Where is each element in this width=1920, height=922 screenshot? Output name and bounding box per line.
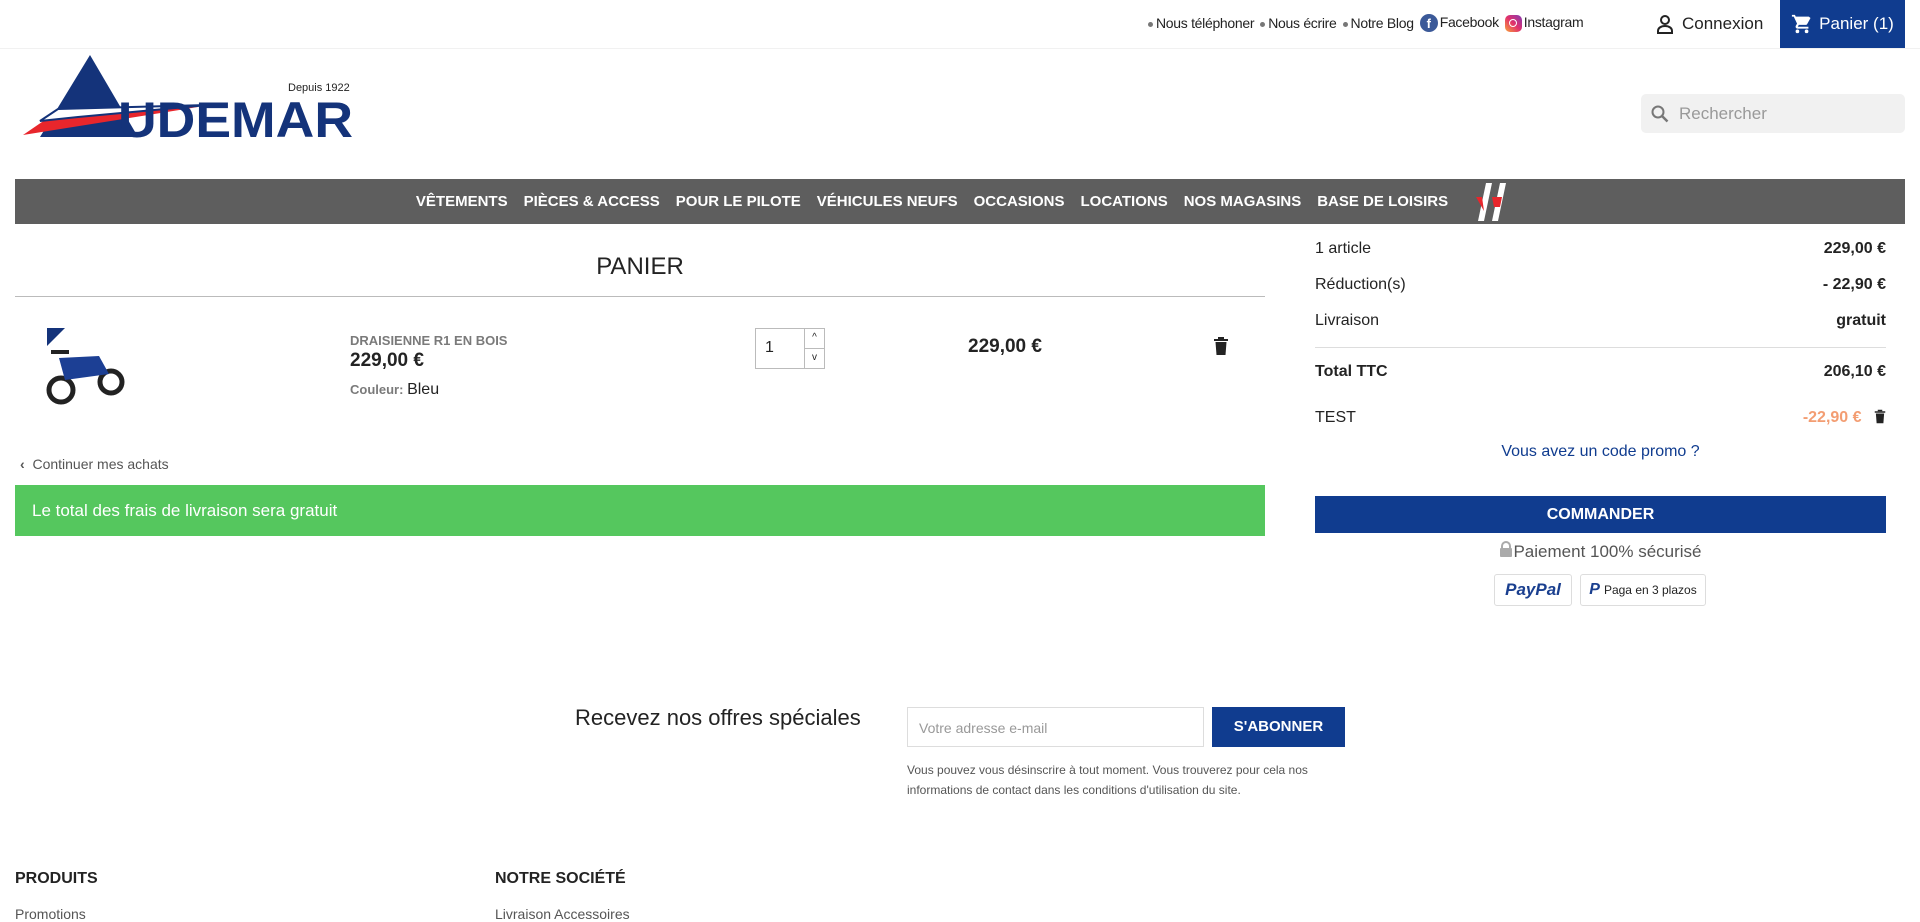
footer-link-delivery[interactable]: Livraison Accessoires — [495, 906, 630, 922]
trash-icon — [1214, 337, 1228, 355]
newsletter-disclaimer: Vous pouvez vous désinscrire à tout mome… — [907, 763, 1308, 797]
checkout-button[interactable]: COMMANDER — [1315, 496, 1886, 533]
chevron-left-icon: ‹ — [20, 456, 25, 472]
footer-company-title: NOTRE SOCIÉTÉ — [495, 870, 626, 887]
line-total: 229,00 € — [968, 336, 1042, 357]
cart-button[interactable]: Panier (1) — [1780, 0, 1905, 48]
instagram-icon — [1504, 15, 1522, 33]
facebook-icon: f — [1419, 14, 1438, 33]
nav-occasions[interactable]: OCCASIONS — [974, 193, 1065, 210]
continue-shopping-link[interactable]: ‹ Continuer mes achats — [20, 456, 169, 472]
email-link[interactable]: Nous écrire — [1260, 15, 1337, 31]
footer-products-title: PRODUITS — [15, 870, 98, 887]
page-title: PANIER — [596, 253, 684, 280]
summary-row-shipping: Livraison gratuit — [1315, 312, 1886, 329]
login-link[interactable]: Connexion — [1656, 14, 1763, 34]
promo-code-link[interactable]: Vous avez un code promo ? — [1315, 443, 1886, 461]
vip-logo[interactable] — [1472, 182, 1512, 221]
product-color: Couleur: Bleu — [350, 381, 440, 398]
main-nav: VÊTEMENTS PIÈCES & ACCESS POUR LE PILOTE… — [15, 179, 1905, 224]
svg-text:Depuis 1922: Depuis 1922 — [288, 82, 350, 94]
instagram-link[interactable]: Instagram — [1504, 14, 1584, 33]
svg-text:UDEMAR: UDEMAR — [118, 92, 353, 139]
phone-link[interactable]: Nous téléphoner — [1148, 15, 1255, 31]
nav-vetements[interactable]: VÊTEMENTS — [416, 193, 508, 210]
product-price: 229,00 € — [350, 350, 424, 371]
secure-payment: Paiement 100% sécurisé — [1315, 541, 1886, 562]
subscribe-button[interactable]: S'ABONNER — [1212, 707, 1345, 747]
voucher-row: TEST -22,90 € — [1315, 409, 1886, 427]
newsletter-email-input[interactable]: Votre adresse e-mail — [907, 707, 1204, 747]
product-image[interactable] — [43, 328, 135, 411]
paypal-later-badge: P Paga en 3 plazos — [1580, 574, 1706, 606]
product-name[interactable]: DRAISIENNE R1 EN BOIS — [350, 333, 507, 348]
footer-link-promotions[interactable]: Promotions — [15, 906, 86, 922]
summary-row-discount: Réduction(s) - 22,90 € — [1315, 276, 1886, 293]
increment-button[interactable]: ^ — [805, 329, 824, 349]
facebook-link[interactable]: f Facebook — [1419, 14, 1499, 33]
lock-icon — [1500, 541, 1513, 557]
shipping-notice: Le total des frais de livraison sera gra… — [15, 485, 1265, 536]
decrement-button[interactable]: v — [805, 349, 824, 368]
logo[interactable]: UDEMAR Depuis 1922 — [18, 55, 358, 148]
summary-total: Total TTC 206,10 € — [1315, 363, 1886, 380]
paypal-icon: P — [1589, 581, 1600, 598]
remove-voucher-icon[interactable] — [1874, 409, 1886, 424]
search-icon — [1651, 105, 1669, 122]
nav-loisirs[interactable]: BASE DE LOISIRS — [1317, 193, 1448, 210]
quantity-input[interactable]: 1 — [756, 329, 804, 368]
divider — [15, 296, 1265, 297]
nav-pieces[interactable]: PIÈCES & ACCESS — [524, 193, 660, 210]
nav-vehicules[interactable]: VÉHICULES NEUFS — [817, 193, 958, 210]
newsletter-title: Recevez nos offres spéciales — [575, 705, 861, 730]
user-icon — [1657, 15, 1673, 34]
top-links: Nous téléphoner Nous écrire Notre Blog f… — [1148, 14, 1584, 33]
paypal-badge: PayPal — [1494, 574, 1572, 606]
blog-link[interactable]: Notre Blog — [1342, 15, 1414, 31]
divider — [1315, 347, 1886, 348]
summary-row-articles: 1 article 229,00 € — [1315, 240, 1886, 257]
remove-item-button[interactable] — [1213, 336, 1229, 361]
nav-locations[interactable]: LOCATIONS — [1080, 193, 1167, 210]
top-bar — [0, 0, 1920, 49]
nav-magasins[interactable]: NOS MAGASINS — [1184, 193, 1302, 210]
quantity-stepper[interactable]: 1 ^ v — [755, 328, 825, 369]
nav-pilote[interactable]: POUR LE PILOTE — [676, 193, 801, 210]
cart-icon — [1792, 14, 1811, 34]
search-input[interactable]: Rechercher — [1641, 94, 1905, 133]
